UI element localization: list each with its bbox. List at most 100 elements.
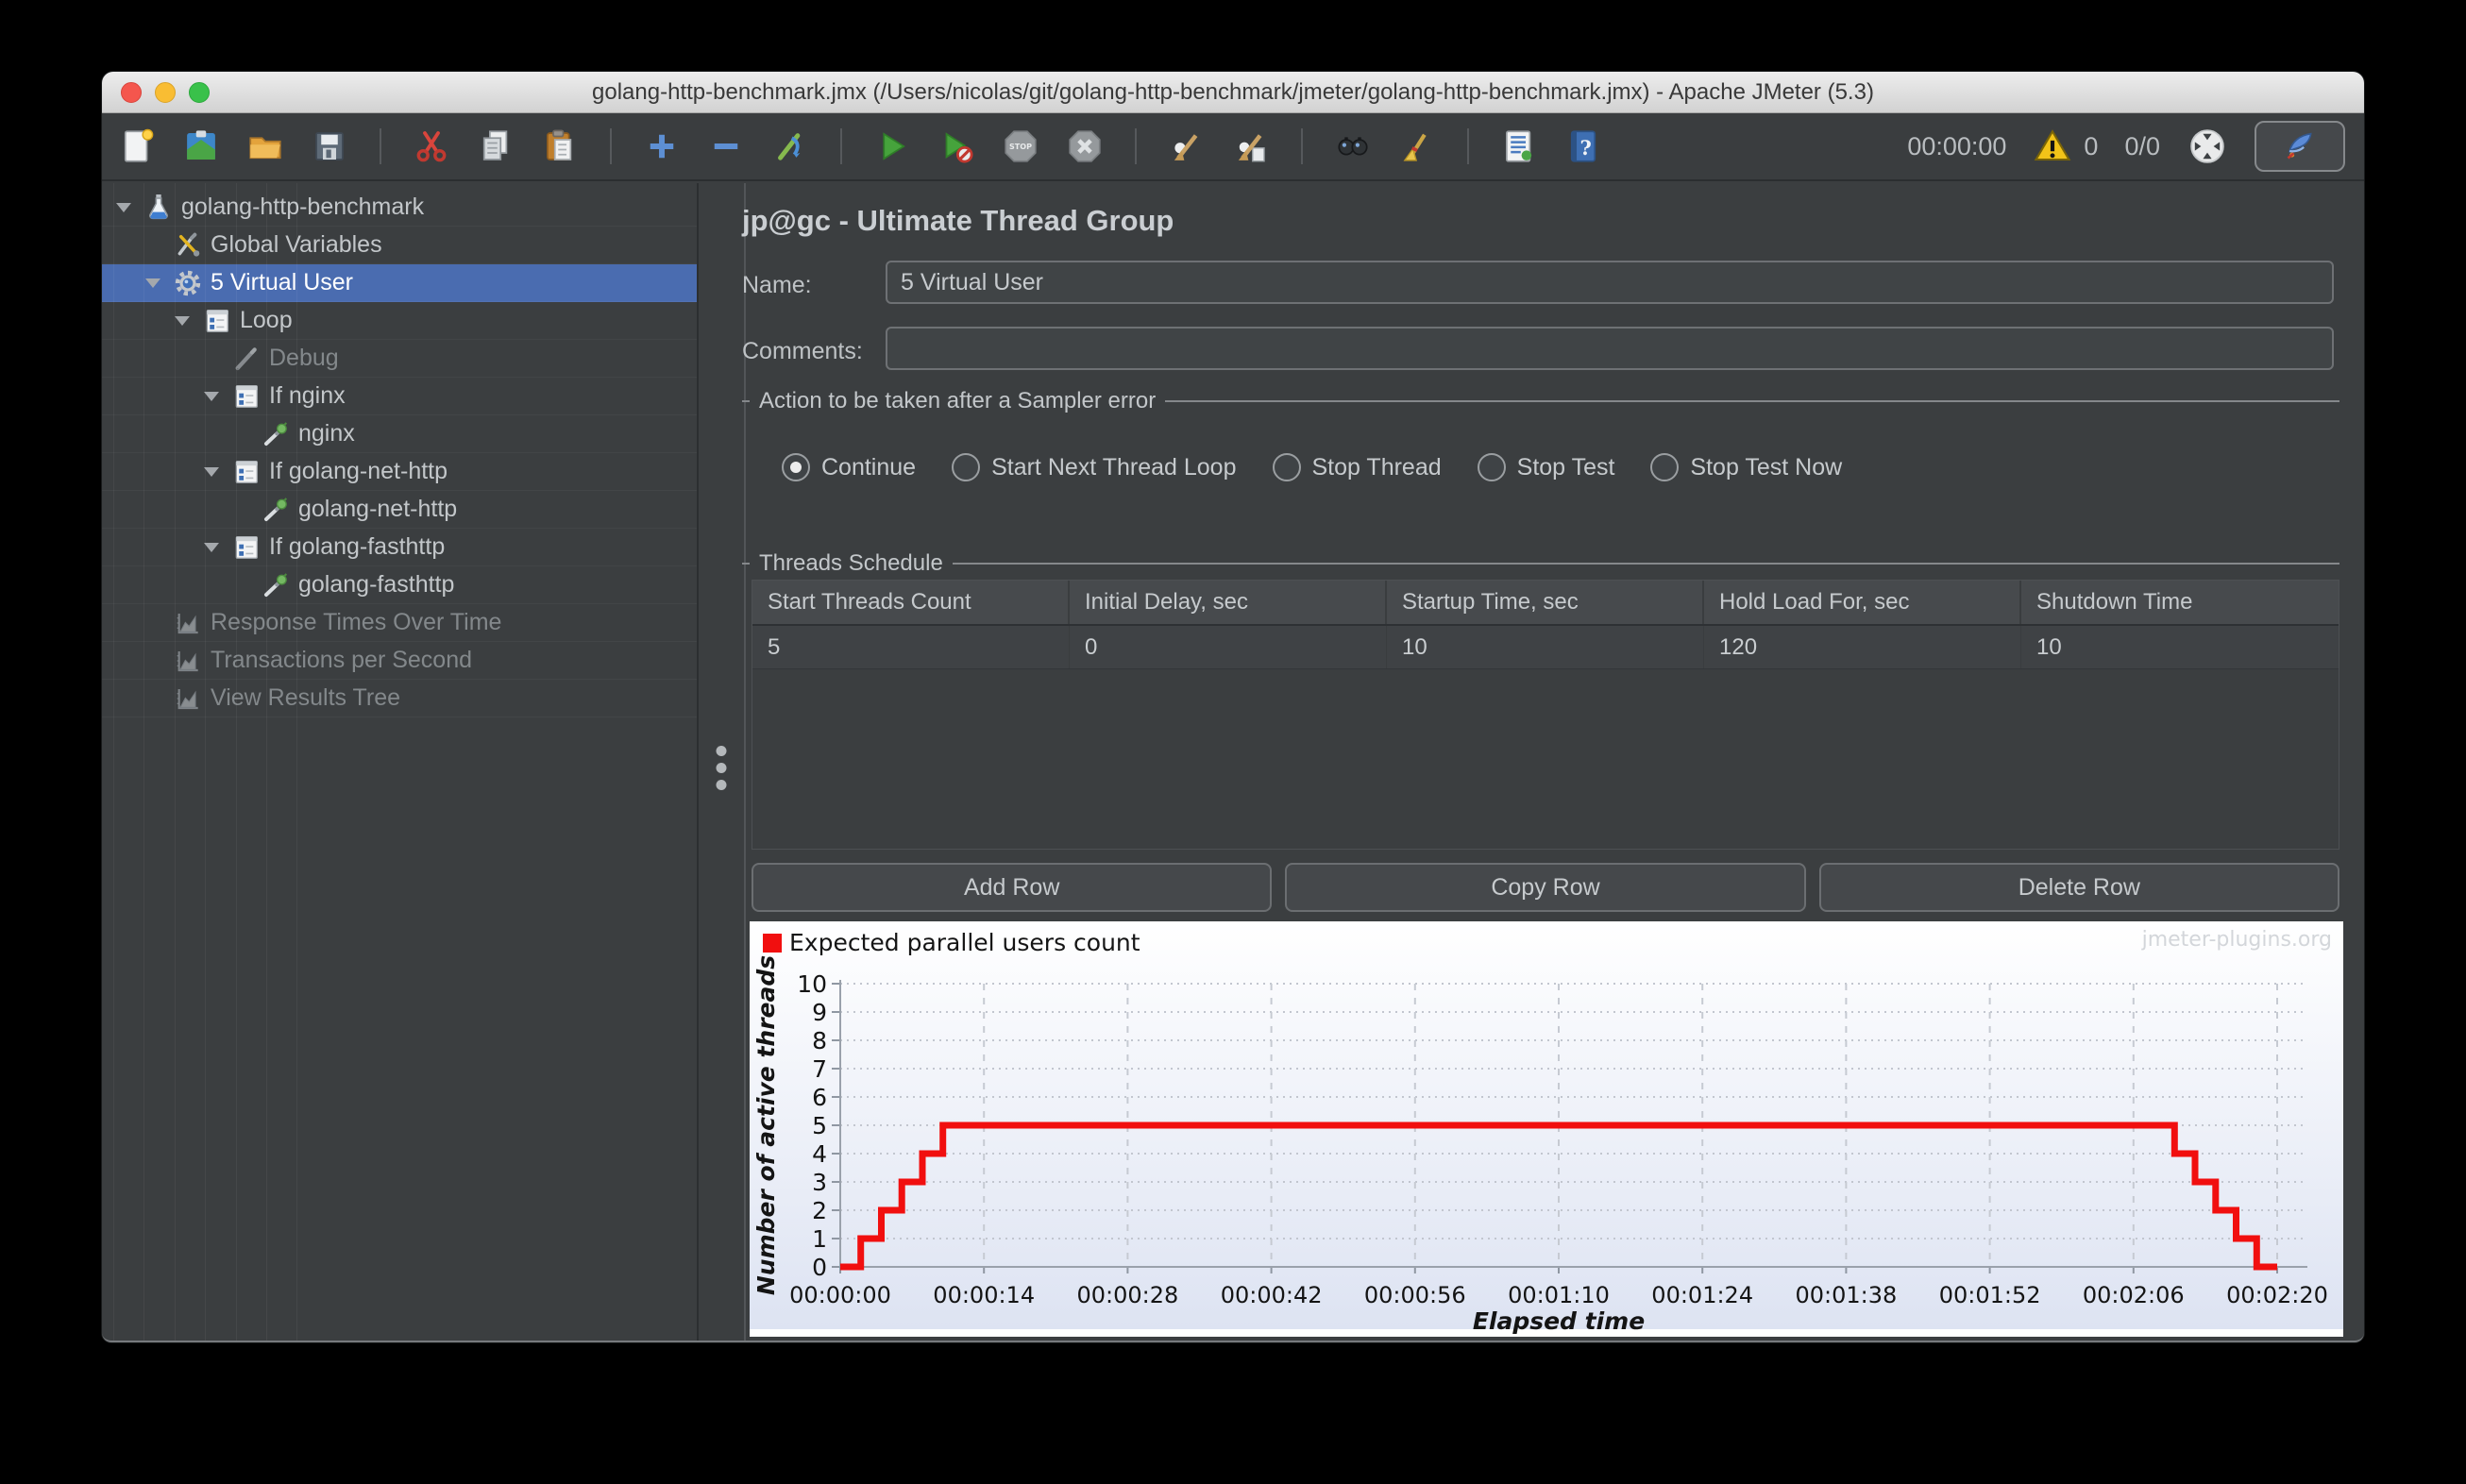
expander-icon[interactable] bbox=[199, 467, 224, 477]
tree-item-debug[interactable]: Debug bbox=[102, 340, 697, 378]
tree-item-5-virtual-user[interactable]: 5 Virtual User bbox=[102, 264, 697, 302]
cut-icon bbox=[412, 126, 451, 166]
search-icon bbox=[1333, 126, 1373, 166]
delete-row-button[interactable]: Delete Row bbox=[1818, 863, 2339, 912]
radio-stop-thread[interactable]: Stop Thread bbox=[1272, 453, 1442, 481]
tree-item-golang-http-benchmark[interactable]: golang-http-benchmark bbox=[102, 189, 697, 227]
radio-stop-test[interactable]: Stop Test bbox=[1477, 453, 1615, 481]
svg-text:0: 0 bbox=[812, 1254, 827, 1281]
tree-item-label: Transactions per Second bbox=[211, 647, 473, 673]
copy-button[interactable] bbox=[474, 125, 517, 168]
radio-label: Continue bbox=[821, 453, 917, 481]
zoom-in-button[interactable] bbox=[640, 125, 684, 168]
column-header-hold-load-for-sec[interactable]: Hold Load For, sec bbox=[1704, 581, 2021, 624]
sphere-icon[interactable] bbox=[2187, 126, 2228, 167]
expander-icon[interactable] bbox=[111, 203, 136, 212]
tree-item-if-nginx[interactable]: If nginx bbox=[102, 378, 697, 415]
column-header-start-threads-count[interactable]: Start Threads Count bbox=[752, 581, 1070, 624]
function-helper-button[interactable] bbox=[1497, 125, 1541, 168]
new-icon bbox=[117, 126, 157, 166]
save-button[interactable] bbox=[308, 125, 351, 168]
shutdown-button[interactable] bbox=[1063, 125, 1106, 168]
toolbar-separator bbox=[1135, 128, 1137, 164]
toggle-button[interactable] bbox=[769, 125, 812, 168]
expander-icon[interactable] bbox=[199, 543, 224, 552]
minimize-button[interactable] bbox=[155, 82, 176, 103]
titlebar[interactable]: golang-http-benchmark.jmx (/Users/nicola… bbox=[102, 72, 2364, 113]
zoom-out-button[interactable] bbox=[704, 125, 748, 168]
svg-text:00:01:38: 00:01:38 bbox=[1796, 1282, 1898, 1308]
start-no-pauses-button[interactable] bbox=[935, 125, 978, 168]
feather-icon bbox=[2281, 127, 2319, 165]
tree-item-nginx[interactable]: nginx bbox=[102, 415, 697, 453]
add-row-button[interactable]: Add Row bbox=[752, 863, 1273, 912]
cell-hold-load-for-sec[interactable]: 120 bbox=[1704, 626, 2021, 668]
start-button[interactable] bbox=[870, 125, 914, 168]
svg-text:jmeter-plugins.org: jmeter-plugins.org bbox=[2141, 928, 2332, 952]
clean-all-button[interactable] bbox=[1229, 125, 1273, 168]
tree-item-loop[interactable]: Loop bbox=[102, 302, 697, 340]
tree-item-response-times-over-time[interactable]: Response Times Over Time bbox=[102, 604, 697, 642]
radio-circle-icon bbox=[1650, 453, 1680, 481]
close-button[interactable] bbox=[121, 82, 142, 103]
jmeter-logo-toggle-button[interactable] bbox=[2255, 121, 2345, 172]
chart-icon bbox=[173, 646, 203, 676]
paste-button[interactable] bbox=[538, 125, 582, 168]
name-input[interactable] bbox=[886, 261, 2334, 304]
radio-stop-test-now[interactable]: Stop Test Now bbox=[1650, 453, 1842, 481]
threads-chart: jmeter-plugins.org Expected parallel user… bbox=[750, 921, 2343, 1335]
zoom-button[interactable] bbox=[189, 82, 210, 103]
column-header-initial-delay-sec[interactable]: Initial Delay, sec bbox=[1070, 581, 1387, 624]
log-errors-indicator[interactable]: 0 bbox=[2033, 126, 2098, 166]
radio-start-next-thread-loop[interactable]: Start Next Thread Loop bbox=[952, 453, 1237, 481]
svg-text:10: 10 bbox=[797, 970, 827, 998]
tree-item-label: If golang-fasthttp bbox=[269, 533, 446, 560]
tree-item-golang-fasthttp[interactable]: golang-fasthttp bbox=[102, 566, 697, 604]
tree-item-if-golang-fasthttp[interactable]: If golang-fasthttp bbox=[102, 529, 697, 566]
cell-start-threads-count[interactable]: 5 bbox=[752, 626, 1070, 668]
start-icon bbox=[872, 126, 912, 166]
tree-item-label: 5 Virtual User bbox=[211, 269, 353, 295]
page-title: jp@gc - Ultimate Thread Group bbox=[742, 204, 1174, 237]
open-button[interactable] bbox=[244, 125, 287, 168]
test-plan-tree: golang-http-benchmark Global Variables 5 V… bbox=[102, 183, 697, 1341]
tree-item-golang-net-http[interactable]: golang-net-http bbox=[102, 491, 697, 529]
new-button[interactable] bbox=[115, 125, 159, 168]
templates-button[interactable] bbox=[179, 125, 223, 168]
cut-button[interactable] bbox=[410, 125, 453, 168]
column-header-startup-time-sec[interactable]: Startup Time, sec bbox=[1387, 581, 1704, 624]
radio-continue[interactable]: Continue bbox=[782, 453, 916, 481]
radio-circle-icon bbox=[952, 453, 981, 481]
tree-item-label: golang-http-benchmark bbox=[181, 194, 425, 220]
comments-input[interactable] bbox=[886, 327, 2334, 370]
expander-icon[interactable] bbox=[170, 316, 194, 326]
tree-item-transactions-per-second[interactable]: Transactions per Second bbox=[102, 642, 697, 680]
stop-button[interactable] bbox=[999, 125, 1042, 168]
elapsed-timer: 00:00:00 bbox=[1907, 131, 2007, 160]
svg-text:6: 6 bbox=[812, 1084, 827, 1111]
copy-row-button[interactable]: Copy Row bbox=[1285, 863, 1806, 912]
tree-item-global-variables[interactable]: Global Variables bbox=[102, 227, 697, 264]
help-button[interactable] bbox=[1562, 125, 1605, 168]
tree-item-view-results-tree[interactable]: View Results Tree bbox=[102, 680, 697, 717]
expander-icon[interactable] bbox=[199, 392, 224, 401]
tree-item-if-golang-net-http[interactable]: If golang-net-http bbox=[102, 453, 697, 491]
search-reset-button[interactable] bbox=[1395, 125, 1439, 168]
cell-initial-delay-sec[interactable]: 0 bbox=[1070, 626, 1387, 668]
svg-text:00:00:56: 00:00:56 bbox=[1364, 1282, 1466, 1308]
chart-icon bbox=[173, 608, 203, 638]
clean-icon bbox=[1167, 126, 1207, 166]
toolbar-separator bbox=[1301, 128, 1303, 164]
search-button[interactable] bbox=[1331, 125, 1375, 168]
cell-shutdown-time[interactable]: 10 bbox=[2021, 626, 2339, 668]
column-header-shutdown-time[interactable]: Shutdown Time bbox=[2021, 581, 2339, 624]
clean-button[interactable] bbox=[1165, 125, 1208, 168]
content-area: golang-http-benchmark Global Variables 5 V… bbox=[102, 183, 2364, 1341]
svg-text:Elapsed time: Elapsed time bbox=[1473, 1307, 1645, 1335]
schedule-table-row[interactable]: 5 0 10 120 10 bbox=[752, 626, 2339, 669]
radio-label: Stop Test bbox=[1516, 453, 1615, 481]
warning-count: 0 bbox=[2084, 131, 2099, 160]
svg-text:8: 8 bbox=[812, 1027, 827, 1054]
cell-startup-time-sec[interactable]: 10 bbox=[1387, 626, 1704, 668]
traffic-lights bbox=[121, 82, 210, 103]
